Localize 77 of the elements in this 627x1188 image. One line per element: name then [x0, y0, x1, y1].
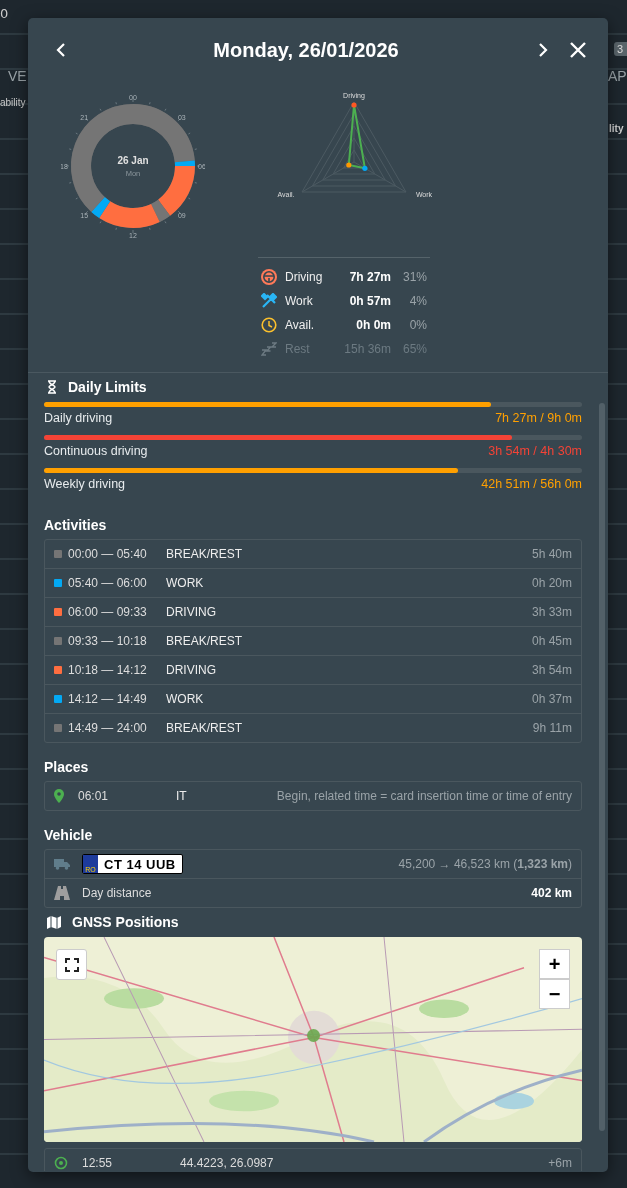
activity-duration: 5h 40m: [531, 547, 572, 561]
odometer-reading: 45,200 → 46,523 km (1,323 km): [397, 857, 572, 871]
position-time: 12:55: [82, 1156, 114, 1170]
activity-label: Work: [285, 294, 314, 308]
activity-duration: 0h 57m: [348, 294, 391, 308]
time-range: 10:18 — 14:12: [68, 663, 148, 677]
location-pin-icon: [54, 789, 64, 803]
time-range: 06:00 — 09:33: [68, 605, 148, 619]
limit-label: Continuous driving: [44, 444, 148, 458]
zoom-out-button[interactable]: −: [539, 979, 570, 1009]
section-title: Activities: [44, 516, 108, 535]
section-title: Daily Limits: [68, 379, 147, 395]
limit-label: Weekly driving: [44, 477, 126, 491]
time-range: 14:49 — 24:00: [68, 721, 148, 735]
activity-duration: 0h 37m: [531, 692, 572, 706]
chevron-right-icon: [538, 43, 548, 57]
count-badge: 3: [614, 42, 627, 56]
limit-reading: 3h 54m / 4h 30m: [488, 444, 582, 458]
column-header: 0: [0, 6, 9, 21]
plate-number: CT 14 UUB: [103, 855, 177, 873]
time-range: 00:00 — 05:40: [68, 547, 148, 561]
steering-wheel-icon: [261, 269, 277, 285]
column-header: ability: [0, 97, 26, 108]
limit-label: Daily driving: [44, 411, 113, 425]
road-icon: [54, 886, 70, 900]
place-time: 06:01: [78, 789, 110, 803]
distance-label: Day distance: [82, 886, 153, 900]
activity-share: 31%: [401, 270, 427, 284]
day-distance: 402 km: [531, 886, 572, 900]
dialog-title: Monday, 26/01/2026: [212, 38, 400, 62]
activity-type: BREAK/REST: [166, 547, 244, 561]
activity-duration: 3h 54m: [531, 663, 572, 677]
activity-type: BREAK/REST: [166, 634, 244, 648]
time-range: 09:33 — 10:18: [68, 634, 148, 648]
clock-icon: [261, 317, 277, 333]
chevron-left-icon: [56, 43, 66, 57]
column-header: VE: [8, 68, 27, 84]
activity-duration: 0h 0m: [355, 318, 391, 332]
activity-label: Avail.: [285, 318, 316, 332]
activity-duration: 7h 27m: [348, 270, 391, 284]
close-icon: [570, 42, 586, 58]
activity-share: 4%: [408, 294, 427, 308]
activity-type: DRIVING: [166, 663, 217, 677]
satellite-icon: [54, 1156, 68, 1170]
activity-type: WORK: [166, 692, 205, 706]
zoom-in-button[interactable]: +: [539, 949, 570, 979]
limit-reading: 7h 27m / 9h 0m: [495, 411, 582, 425]
hourglass-icon: [47, 380, 57, 394]
truck-icon: [54, 858, 70, 870]
limit-reading: 42h 51m / 56h 0m: [481, 477, 582, 491]
time-range: 14:12 — 14:49: [68, 692, 148, 706]
section-title: GNSS Positions: [72, 914, 179, 930]
place-country: IT: [176, 789, 188, 803]
fullscreen-icon: [64, 957, 79, 972]
activity-duration: 3h 33m: [531, 605, 572, 619]
ring-date: 26 Jan: [117, 155, 149, 166]
time-offset: +6m: [548, 1156, 572, 1170]
sleep-icon: [261, 342, 277, 356]
tools-icon: [261, 293, 277, 309]
fullscreen-button[interactable]: [56, 949, 87, 980]
activity-duration: 9h 11m: [532, 721, 572, 735]
activity-label: Driving: [285, 270, 324, 284]
activity-share: 0%: [408, 318, 427, 332]
activity-type: BREAK/REST: [166, 721, 244, 735]
time-range: 05:40 — 06:00: [68, 576, 148, 590]
activity-type: DRIVING: [166, 605, 217, 619]
column-header: lity: [609, 123, 624, 134]
section-title: Vehicle: [44, 826, 94, 845]
activity-duration: 0h 45m: [531, 634, 572, 648]
place-description: Begin, related time = card insertion time or time of entry: [275, 789, 572, 803]
scrollbar[interactable]: [599, 403, 605, 1131]
activity-type: WORK: [166, 576, 205, 590]
activity-duration: 0h 20m: [531, 576, 572, 590]
section-title: Places: [44, 758, 90, 777]
coordinates: 44.4223, 26.0987: [180, 1156, 275, 1170]
column-header: AP: [608, 68, 627, 84]
map-icon: [47, 915, 61, 929]
